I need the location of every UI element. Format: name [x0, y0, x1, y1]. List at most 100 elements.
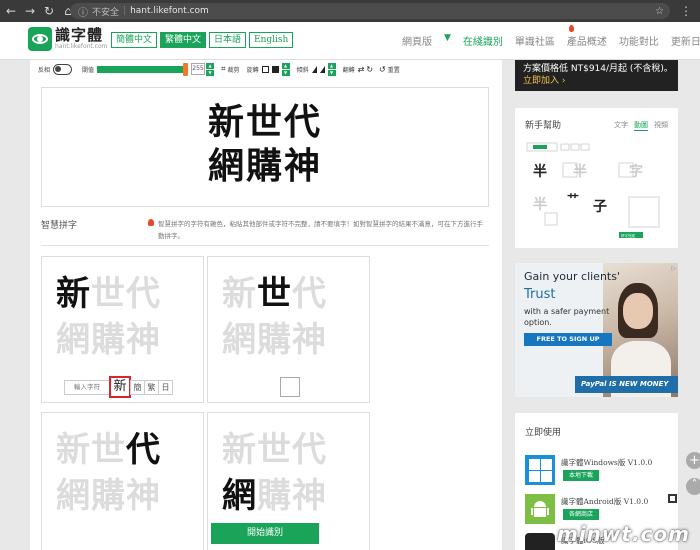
image-preview: 新世代 網購神: [41, 87, 489, 207]
nav-product-overview[interactable]: 產品概述: [567, 33, 607, 48]
char-card-1[interactable]: 新世代 網購神 輸入字符 新 簡 繁 日: [41, 256, 204, 403]
help-char-4: 子: [593, 199, 607, 215]
smart-combine-label: 智慧拼字: [41, 221, 78, 231]
qr-code-icon[interactable]: [668, 494, 677, 503]
char-input-box[interactable]: [280, 377, 300, 397]
threshold-slider[interactable]: [97, 62, 189, 76]
card-glyph: 購: [91, 476, 126, 516]
ad-signup-button[interactable]: FREE TO SIGN UP: [524, 333, 612, 346]
card-glyph: 神: [126, 320, 161, 360]
invert-toggle[interactable]: [53, 63, 73, 75]
char-option-traditional[interactable]: 繁: [144, 380, 159, 395]
help-title: 新手幫助: [525, 121, 562, 131]
image-toolbar: 反相 閾值 255 ▲ ▼ ⌗ 裁剪 旋轉 ▲ ▼ 傾斜 ▲ ▼ 翻轉 ⇄ ↻ ↺ 重…: [38, 61, 498, 77]
chevron-down-icon[interactable]: ▼: [444, 33, 451, 48]
address-bar[interactable]: ⓘ 不安全 | hant.likefont.com ☆: [70, 3, 670, 19]
help-tab-video[interactable]: 視頻: [654, 120, 668, 131]
crop-label[interactable]: 裁剪: [228, 65, 240, 74]
crop-icon[interactable]: ⌗: [221, 64, 226, 74]
lang-tab-simplified[interactable]: 簡體中文: [111, 32, 158, 48]
card-glyphs: 新世代 網購神: [56, 427, 196, 519]
card-glyph: 網: [56, 476, 91, 516]
lang-tab-japanese[interactable]: 日本語: [209, 32, 247, 48]
back-icon[interactable]: ←: [3, 4, 19, 18]
char-option-japanese[interactable]: 日: [158, 380, 173, 395]
watermark: minwt.com: [556, 522, 690, 546]
reset-icon[interactable]: ↺: [379, 65, 386, 74]
app-row-windows: 識字體Windows版 V1.0.0 本地下載: [525, 455, 675, 487]
rotate-stepper[interactable]: ▲ ▼: [281, 62, 290, 76]
flip-horizontal-icon[interactable]: ⇄: [358, 65, 365, 74]
char-input-field[interactable]: 輸入字符: [64, 380, 110, 395]
card-glyph: 購: [91, 320, 126, 360]
forward-icon[interactable]: →: [22, 4, 38, 18]
card-glyph: 網: [222, 320, 257, 360]
bookmark-star-icon[interactable]: ☆: [655, 6, 664, 17]
card-glyph: 代: [126, 274, 161, 314]
nav-changelog[interactable]: 更新日誌: [671, 33, 700, 48]
divider: [41, 245, 489, 246]
card-glyph: 新: [56, 274, 91, 314]
paypal-ad[interactable]: Gain your clients' Trust with a safer pa…: [515, 263, 678, 397]
rotate-right-icon[interactable]: [271, 65, 279, 73]
card-glyph: 新: [56, 430, 91, 470]
char-card-2[interactable]: 新世代 網購神: [207, 256, 370, 403]
promo-banner: 方案價格低 NT$914/月起 (不含稅)。 立即加入 ›: [515, 60, 678, 91]
skew-label: 傾斜: [296, 66, 309, 74]
card-glyph: 世: [91, 430, 126, 470]
char-card-3[interactable]: 新世代 網購神: [41, 412, 204, 550]
fire-icon: [569, 25, 574, 32]
plus-icon[interactable]: +: [686, 452, 700, 469]
help-char-2: 字: [629, 163, 643, 180]
ad-title-trust: Trust: [524, 287, 556, 302]
card-glyph: 世: [257, 430, 292, 470]
language-tabs: 簡體中文 繁體中文 日本語 English: [111, 32, 296, 48]
threshold-slider-thumb[interactable]: [183, 62, 189, 76]
chevron-up-icon[interactable]: ˆ: [686, 478, 700, 495]
reset-label[interactable]: 重置: [388, 65, 400, 74]
char-option-simplified[interactable]: 簡: [130, 380, 145, 395]
nav-community[interactable]: 單識社區: [515, 33, 555, 48]
help-tab-text[interactable]: 文字: [614, 120, 628, 131]
selected-char-cell[interactable]: 新: [109, 376, 131, 398]
threshold-stepper[interactable]: ▲ ▼: [206, 62, 215, 76]
info-icon[interactable]: ⓘ: [78, 4, 88, 19]
nav-feature-comparison[interactable]: 功能對比: [619, 33, 659, 48]
site-logo[interactable]: 識字體 hant.likefont.com: [28, 27, 108, 51]
rotate-label: 旋轉: [246, 66, 259, 74]
help-panel: 新手幫助 文字 動圖 視頻 半 半 字 半 艹 子 拼字完成: [515, 108, 678, 248]
help-char-1: 半: [533, 163, 547, 180]
eye-logo-icon: [28, 27, 52, 51]
ad-title: Gain your clients': [524, 270, 620, 283]
skew-right-icon[interactable]: [319, 65, 325, 73]
reload-icon[interactable]: ↻: [41, 4, 57, 18]
rotate-left-icon[interactable]: [261, 65, 269, 73]
url-text[interactable]: hant.likefont.com: [130, 6, 209, 16]
flip-vertical-icon[interactable]: ↻: [366, 65, 373, 74]
card-glyph: 世: [257, 274, 292, 314]
lang-tab-english[interactable]: English: [249, 32, 294, 48]
card-glyphs: 新世代 網購神: [56, 271, 196, 363]
android-store-button[interactable]: 各網商店: [563, 509, 599, 520]
help-diagram-button: 拼字完成: [621, 233, 635, 238]
promo-join-link[interactable]: 立即加入 ›: [515, 75, 678, 87]
card-glyph: 網: [56, 320, 91, 360]
lang-tab-traditional[interactable]: 繁體中文: [160, 32, 207, 48]
android-icon: [525, 494, 555, 524]
ad-choices-icon[interactable]: ▷: [671, 265, 676, 272]
bulb-icon: [148, 219, 154, 226]
start-recognition-button[interactable]: 開始識別: [211, 523, 319, 544]
flip-label: 翻轉: [342, 66, 355, 74]
windows-download-button[interactable]: 本地下載: [563, 470, 599, 481]
threshold-value[interactable]: 255: [191, 63, 206, 75]
skew-left-icon[interactable]: [311, 65, 317, 73]
browser-menu-icon[interactable]: ⋮: [680, 4, 692, 18]
nav-web-version[interactable]: 網頁版: [402, 33, 432, 48]
card-glyph: 新: [222, 430, 257, 470]
nav-online-recognition[interactable]: 在綫識別: [463, 33, 503, 48]
help-tab-animation[interactable]: 動圖: [634, 120, 648, 131]
skew-stepper[interactable]: ▲ ▼: [327, 62, 336, 76]
char-input-strip: 輸入字符 新 簡 繁 日: [64, 376, 173, 398]
use-now-title: 立即使用: [525, 428, 562, 438]
ad-photo-face: [623, 293, 653, 329]
